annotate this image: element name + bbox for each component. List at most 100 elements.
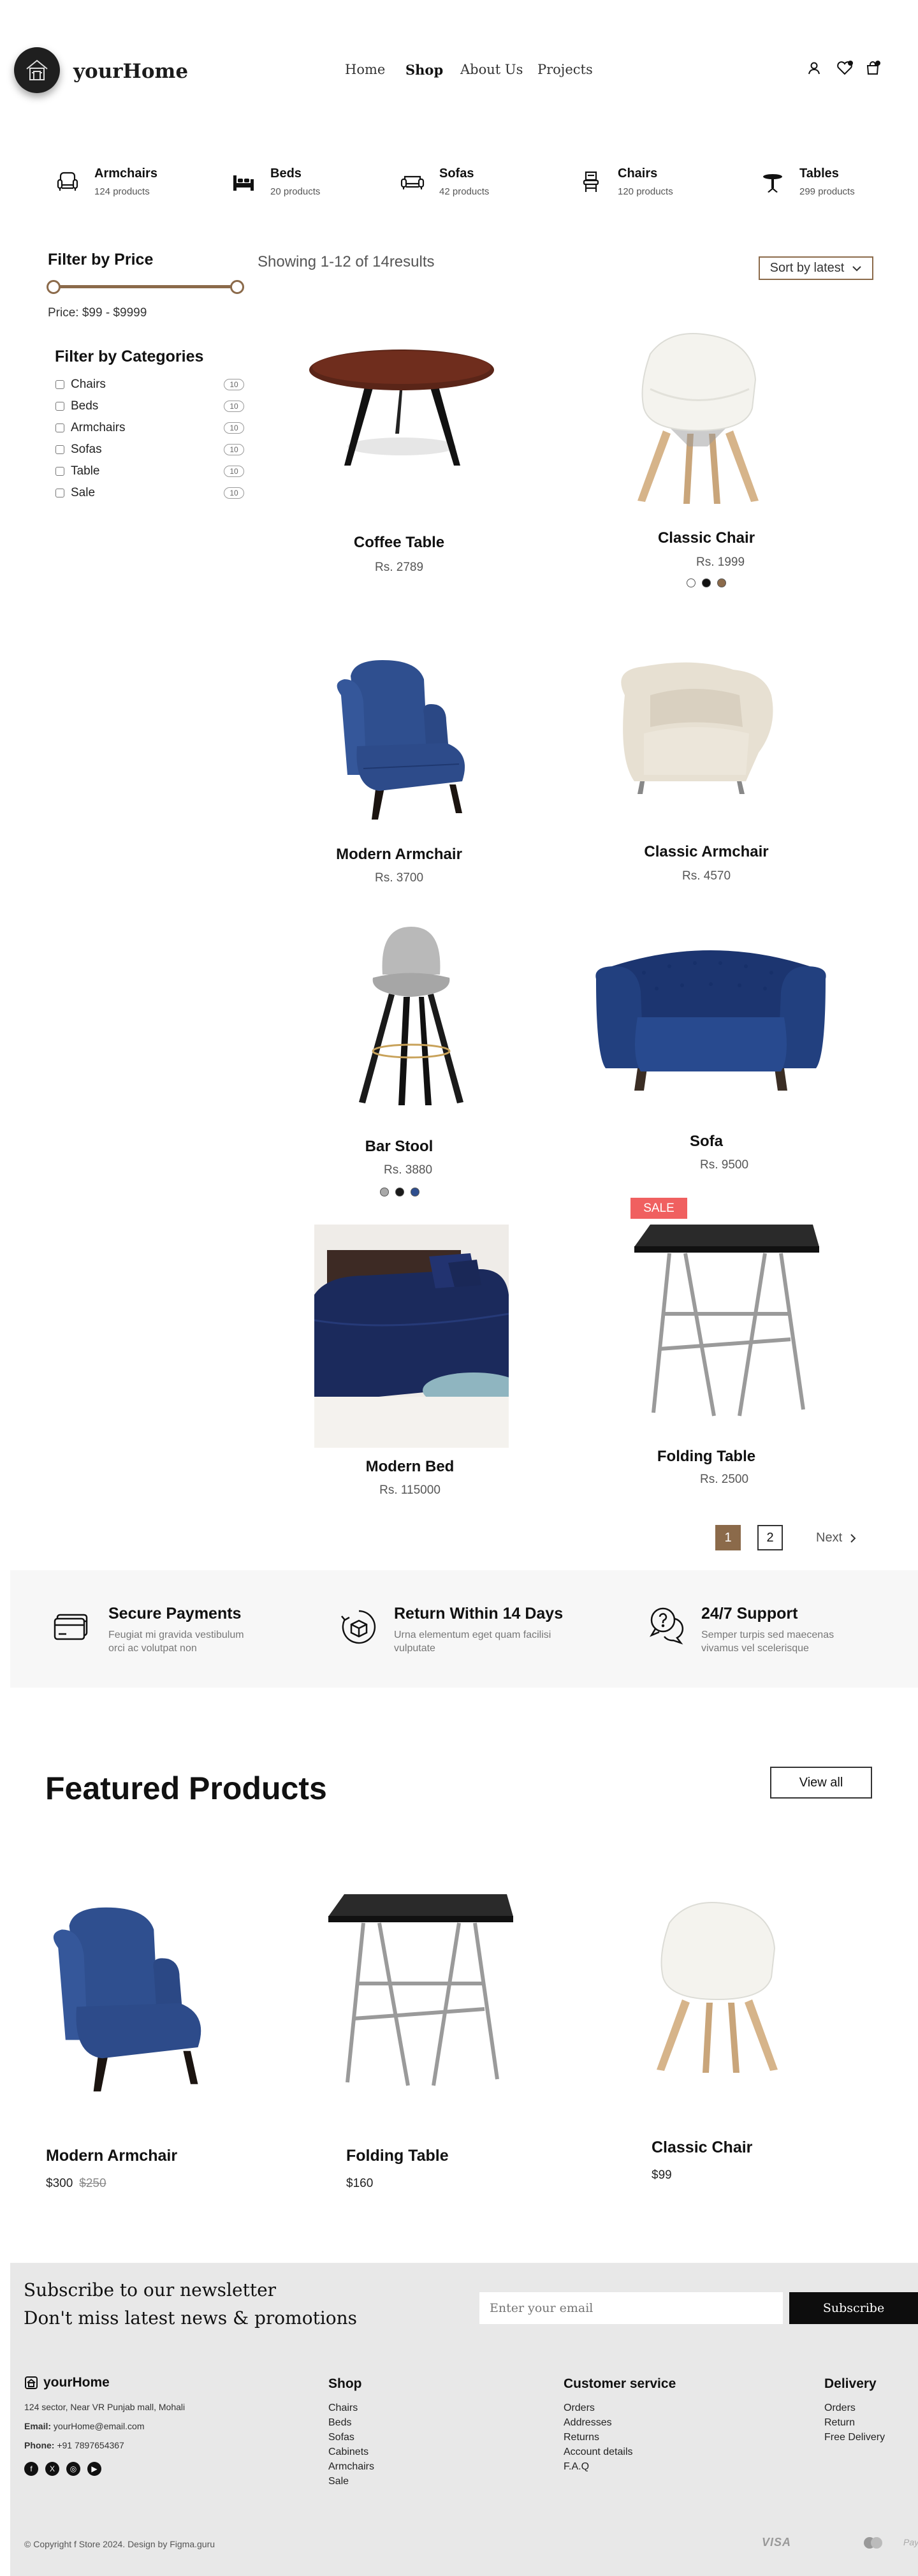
checkbox[interactable] — [55, 467, 64, 476]
nav-home[interactable]: Home — [345, 62, 385, 77]
footer-column-delivery: Delivery Orders Return Free Delivery — [824, 2376, 885, 2445]
subscribe-button[interactable]: Subscribe — [789, 2292, 918, 2324]
product-image-bar-stool[interactable] — [347, 924, 475, 1108]
filter-category-sale[interactable]: Sale 10 — [55, 485, 244, 501]
next-label: Next — [816, 1531, 843, 1545]
checkbox[interactable] — [55, 489, 64, 497]
color-swatch-black[interactable] — [702, 578, 711, 587]
product-image-coffee-table[interactable] — [306, 344, 497, 472]
featured-product-old-price: $250 — [79, 2177, 106, 2190]
product-image-classic-armchair[interactable] — [606, 657, 784, 797]
footer-link[interactable]: Free Delivery — [824, 2430, 885, 2445]
credit-card-icon — [54, 1607, 92, 1649]
filter-category-armchairs[interactable]: Armchairs 10 — [55, 420, 244, 436]
cart-bag-icon[interactable] — [864, 60, 881, 77]
nav-about-us[interactable]: About Us — [460, 62, 523, 77]
footer-link[interactable]: Return — [824, 2415, 885, 2430]
footer-link[interactable]: Chairs — [328, 2401, 374, 2415]
filter-category-label: Armchairs — [71, 421, 126, 434]
x-twitter-icon[interactable]: X — [45, 2462, 59, 2476]
brand-name[interactable]: yourHome — [73, 60, 188, 83]
color-swatch-grey[interactable] — [380, 1188, 389, 1196]
checkbox[interactable] — [55, 445, 64, 454]
user-icon[interactable] — [806, 60, 822, 77]
product-name[interactable]: Sofa — [579, 1133, 834, 1151]
featured-product-name[interactable]: Modern Armchair — [46, 2147, 177, 2165]
feature-desc-line: Feugiat mi gravida vestibulum — [108, 1630, 244, 1640]
checkbox[interactable] — [55, 380, 64, 389]
product-image-modern-bed[interactable] — [314, 1225, 509, 1448]
product-price: Rs. 3700 — [374, 871, 424, 885]
instagram-icon[interactable]: ◎ — [66, 2462, 80, 2476]
footer-link[interactable]: Beds — [328, 2415, 374, 2430]
product-image-sofa[interactable] — [593, 941, 829, 1097]
featured-product-name[interactable]: Classic Chair — [652, 2138, 752, 2157]
product-image-classic-chair[interactable] — [625, 328, 771, 507]
footer-link[interactable]: F.A.Q — [564, 2459, 676, 2474]
chevron-right-icon — [850, 1533, 856, 1543]
price-slider-track[interactable] — [54, 285, 240, 288]
category-armchairs[interactable]: Armchairs 124 products — [54, 163, 157, 201]
newsletter-email-input[interactable] — [479, 2292, 783, 2324]
product-name[interactable]: Classic Chair — [579, 529, 834, 547]
featured-image-classic-chair[interactable] — [644, 1897, 790, 2076]
product-name[interactable]: Modern Armchair — [272, 846, 527, 864]
featured-product-name[interactable]: Folding Table — [346, 2147, 449, 2165]
price-slider-max-handle[interactable] — [230, 280, 244, 294]
footer-link[interactable]: Account details — [564, 2445, 676, 2459]
payment-logo-faded — [808, 2536, 847, 2550]
page-2-button[interactable]: 2 — [757, 1525, 783, 1550]
chair-icon — [577, 168, 605, 196]
footer-link[interactable]: Orders — [824, 2401, 885, 2415]
paypal-logo: PayPal — [903, 2537, 918, 2547]
product-name[interactable]: Coffee Table — [272, 534, 527, 552]
next-page-button[interactable]: Next — [816, 1531, 856, 1545]
footer-link[interactable]: Sofas — [328, 2430, 374, 2445]
footer-link[interactable]: Armchairs — [328, 2459, 374, 2474]
color-swatch-white[interactable] — [687, 578, 696, 587]
footer-email-value[interactable]: yourHome@email.com — [54, 2421, 145, 2431]
footer-link[interactable]: Addresses — [564, 2415, 676, 2430]
color-swatch-brown[interactable] — [717, 578, 726, 587]
youtube-icon[interactable]: ▶ — [87, 2462, 101, 2476]
footer-link[interactable]: Cabinets — [328, 2445, 374, 2459]
product-price: Rs. 2500 — [699, 1473, 749, 1486]
color-swatch-black[interactable] — [395, 1188, 404, 1196]
category-count: 124 products — [94, 186, 150, 197]
filter-category-beds[interactable]: Beds 10 — [55, 398, 244, 415]
wishlist-heart-icon[interactable] — [836, 60, 853, 77]
facebook-icon[interactable]: f — [24, 2462, 38, 2476]
nav-projects[interactable]: Projects — [537, 62, 593, 77]
filter-category-sofas[interactable]: Sofas 10 — [55, 441, 244, 458]
category-sofas[interactable]: Sofas 42 products — [398, 163, 489, 201]
product-name[interactable]: Folding Table — [579, 1448, 834, 1466]
filter-category-chairs[interactable]: Chairs 10 — [55, 376, 244, 393]
color-swatch-blue[interactable] — [411, 1188, 419, 1196]
filter-category-table[interactable]: Table 10 — [55, 463, 244, 480]
footer-link[interactable]: Orders — [564, 2401, 676, 2415]
featured-image-modern-armchair[interactable] — [43, 1904, 209, 2095]
footer-brand[interactable]: yourHome — [24, 2375, 110, 2390]
logo[interactable] — [14, 47, 60, 93]
filter-category-count: 10 — [224, 401, 244, 412]
product-image-folding-table[interactable] — [628, 1225, 822, 1419]
footer-link[interactable]: Sale — [328, 2474, 374, 2489]
category-chairs[interactable]: Chairs 120 products — [577, 163, 673, 201]
footer-column-shop: Shop Chairs Beds Sofas Cabinets Armchair… — [328, 2376, 374, 2489]
page-1-button[interactable]: 1 — [715, 1525, 741, 1550]
view-all-button[interactable]: View all — [770, 1767, 872, 1799]
product-name[interactable]: Classic Armchair — [579, 843, 834, 861]
price-slider-min-handle[interactable] — [47, 280, 61, 294]
product-image-modern-armchair[interactable] — [328, 657, 472, 823]
product-name[interactable]: Bar Stool — [272, 1138, 527, 1156]
sort-dropdown[interactable]: Sort by latest — [759, 256, 873, 280]
results-count: Showing 1-12 of 14results — [258, 253, 435, 270]
checkbox[interactable] — [55, 423, 64, 432]
nav-shop[interactable]: Shop — [405, 62, 443, 78]
category-beds[interactable]: Beds 20 products — [229, 163, 320, 201]
checkbox[interactable] — [55, 402, 64, 411]
featured-image-folding-table[interactable] — [322, 1894, 516, 2089]
product-name[interactable]: Modern Bed — [282, 1458, 537, 1476]
category-tables[interactable]: Tables 299 products — [759, 163, 855, 201]
footer-link[interactable]: Returns — [564, 2430, 676, 2445]
